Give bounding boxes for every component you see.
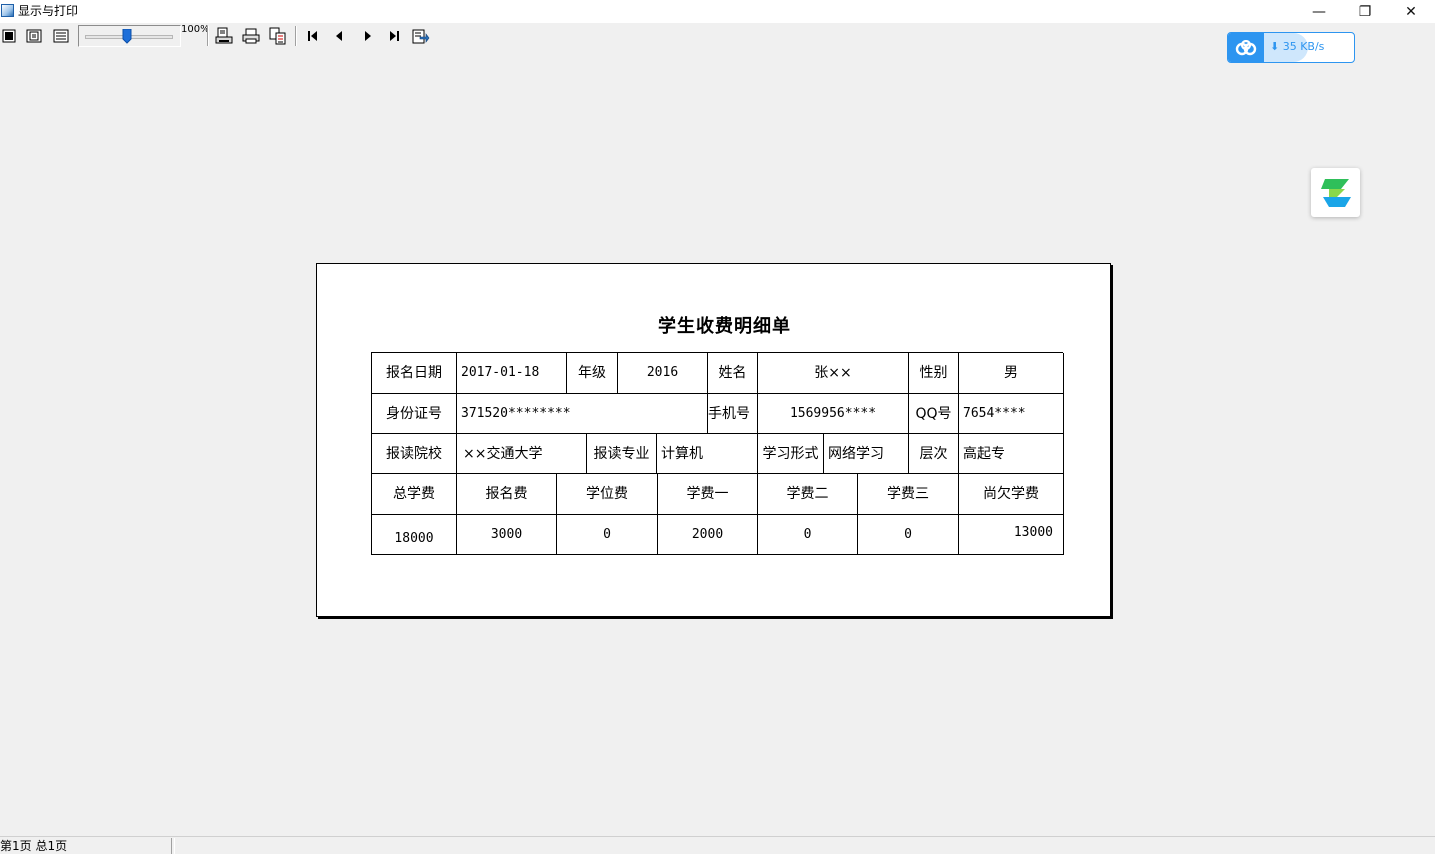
qq-value: 7654****	[959, 394, 1064, 434]
zoom-slider[interactable]	[78, 25, 181, 47]
phone-value: 1569956****	[758, 394, 909, 434]
fee-header-signup: 报名费	[457, 474, 557, 515]
restore-button[interactable]: ❐	[1342, 0, 1388, 23]
download-arrow-icon: ⬇	[1270, 40, 1280, 53]
page-info-status: 第1页 总1页	[0, 838, 172, 854]
fee-header-degree: 学位费	[557, 474, 658, 515]
floating-app-logo[interactable]	[1311, 168, 1360, 217]
fee-header-total: 总学费	[372, 474, 457, 515]
last-page-icon	[390, 31, 399, 41]
fit-page-button[interactable]	[25, 26, 43, 46]
fee-value-signup: 3000	[457, 515, 557, 555]
next-page-button[interactable]	[358, 26, 376, 46]
print-setup-icon	[215, 27, 233, 44]
fee-value-tuition-1: 2000	[658, 515, 758, 555]
major-value: 计算机	[657, 434, 758, 474]
fit-page-icon	[26, 29, 42, 43]
report-title: 学生收费明细单	[658, 316, 791, 337]
grade-value: 2016	[618, 353, 708, 394]
stacked-arrows-logo-icon	[1320, 178, 1351, 207]
print-icon	[242, 28, 260, 44]
report-page: 学生收费明细单 报名日期 2017-01-18 年级 2016 姓名 张×× 性…	[316, 263, 1111, 617]
level-value: 高起专	[959, 434, 1064, 474]
id-number-value: 371520********	[457, 394, 708, 434]
close-button[interactable]: ✕	[1388, 0, 1434, 23]
status-pane-empty	[174, 838, 1435, 854]
toolbar-separator	[207, 26, 209, 46]
page-view-icon	[2, 29, 16, 43]
fee-details-table: 报名日期 2017-01-18 年级 2016 姓名 张×× 性别 男 身份证号…	[371, 352, 1064, 555]
page-width-icon	[53, 29, 69, 43]
app-icon	[1, 4, 14, 17]
id-number-label: 身份证号	[372, 394, 457, 434]
cloud-icon	[1228, 33, 1264, 62]
fee-header-outstanding: 尚欠学费	[959, 474, 1064, 515]
last-page-button[interactable]	[385, 26, 403, 46]
fee-value-total: 18000	[372, 515, 457, 555]
download-speed-text: 35 KB/s	[1282, 40, 1325, 53]
print-button[interactable]	[242, 26, 260, 46]
level-label: 层次	[909, 434, 959, 474]
qq-label: QQ号	[909, 394, 959, 434]
window-title: 显示与打印	[18, 4, 79, 18]
zoom-level-label: 100%	[181, 24, 210, 35]
fee-value-outstanding: 13000	[959, 515, 1064, 555]
fee-header-tuition-3: 学费三	[858, 474, 959, 515]
school-value: ××交通大学	[457, 434, 587, 474]
gender-label: 性别	[909, 353, 959, 394]
export-button[interactable]	[269, 26, 287, 46]
exit-preview-icon	[412, 29, 430, 44]
grade-label: 年级	[567, 353, 618, 394]
prev-page-button[interactable]	[331, 26, 349, 46]
fee-value-degree: 0	[557, 515, 658, 555]
fee-header-tuition-2: 学费二	[758, 474, 858, 515]
download-speed-widget[interactable]: ⬇ 35 KB/s	[1227, 32, 1355, 63]
page-width-button[interactable]	[52, 26, 70, 46]
signup-date-label: 报名日期	[372, 353, 457, 394]
export-icon	[269, 27, 286, 45]
minimize-button[interactable]: —	[1296, 0, 1342, 23]
first-page-icon	[308, 31, 317, 41]
school-label: 报读院校	[372, 434, 457, 474]
zoom-slider-thumb[interactable]	[122, 29, 132, 44]
name-label: 姓名	[708, 353, 758, 394]
print-setup-button[interactable]	[215, 26, 233, 46]
title-bar: 显示与打印 — ❐ ✕	[0, 0, 1435, 23]
first-page-button[interactable]	[304, 26, 322, 46]
toolbar-separator	[295, 26, 297, 46]
study-mode-label: 学习形式	[758, 434, 824, 474]
phone-label: 手机号	[708, 394, 758, 434]
study-mode-value: 网络学习	[824, 434, 909, 474]
fee-value-tuition-2: 0	[758, 515, 858, 555]
next-page-icon	[365, 31, 371, 41]
gender-value: 男	[959, 353, 1064, 394]
preview-toolbar: 100%	[0, 23, 1435, 49]
major-label: 报读专业	[587, 434, 657, 474]
name-value: 张××	[758, 353, 909, 394]
page-view-button[interactable]	[0, 26, 18, 46]
status-bar: 第1页 总1页	[0, 836, 1435, 854]
fee-value-tuition-3: 0	[858, 515, 959, 555]
prev-page-icon	[336, 31, 342, 41]
exit-preview-button[interactable]	[412, 26, 430, 46]
signup-date-value: 2017-01-18	[457, 353, 567, 394]
fee-header-tuition-1: 学费一	[658, 474, 758, 515]
